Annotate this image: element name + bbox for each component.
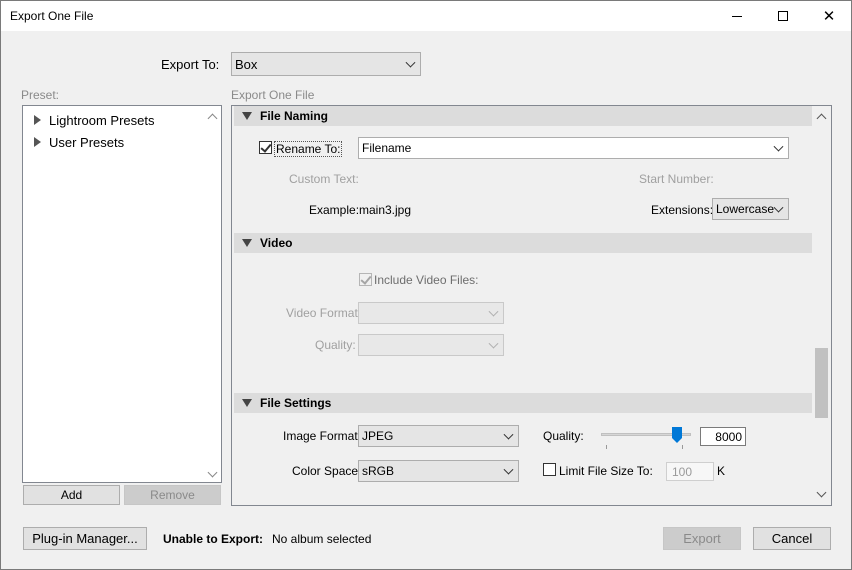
rename-checkbox[interactable] <box>259 141 272 154</box>
maximize-button[interactable] <box>760 1 806 31</box>
quality-label: Quality: <box>543 429 584 443</box>
chevron-down-icon <box>488 306 499 317</box>
close-button[interactable]: ✕ <box>806 1 852 31</box>
video-quality-select[interactable] <box>358 334 504 356</box>
chevron-down-icon <box>503 464 514 475</box>
quality-slider-thumb[interactable] <box>672 427 682 443</box>
collapse-triangle-icon[interactable] <box>242 399 252 407</box>
scroll-down-icon[interactable] <box>207 467 218 478</box>
export-button[interactable]: Export <box>663 527 741 550</box>
title-bar: Export One File ✕ <box>1 1 851 31</box>
slider-tick <box>606 445 607 449</box>
preset-list[interactable]: Lightroom Presets User Presets <box>22 105 222 483</box>
add-preset-button[interactable]: Add <box>23 485 120 505</box>
color-space-value: sRGB <box>362 464 395 478</box>
quality-slider[interactable] <box>601 425 691 451</box>
video-header[interactable]: Video <box>234 233 812 253</box>
include-video-checkbox[interactable] <box>359 273 372 286</box>
chevron-down-icon <box>773 202 784 213</box>
main-panel-label: Export One File <box>231 88 315 102</box>
minimize-icon <box>732 15 742 17</box>
rename-label[interactable]: Rename To: <box>274 141 343 157</box>
chevron-down-icon <box>773 141 784 152</box>
file-naming-title: File Naming <box>260 109 329 123</box>
unable-to-export-reason: No album selected <box>272 532 372 546</box>
window-title: Export One File <box>10 9 94 23</box>
preset-item-lightroom[interactable]: Lightroom Presets <box>49 113 155 128</box>
limit-size-value: 100 <box>672 465 693 479</box>
image-format-value: JPEG <box>362 429 394 443</box>
limit-size-checkbox[interactable] <box>543 463 556 476</box>
extensions-value: Lowercase <box>716 202 775 216</box>
start-number-label: Start Number: <box>639 172 714 186</box>
video-body <box>234 253 812 389</box>
preset-scrollbar[interactable] <box>204 107 221 481</box>
limit-size-label[interactable]: Limit File Size To: <box>559 464 653 478</box>
close-icon: ✕ <box>822 8 836 25</box>
chevron-down-icon <box>503 429 514 440</box>
scroll-down-icon[interactable] <box>816 487 827 498</box>
cancel-button[interactable]: Cancel <box>753 527 831 550</box>
color-space-select[interactable]: sRGB <box>358 460 519 482</box>
scroll-up-icon[interactable] <box>816 113 827 124</box>
video-quality-label: Quality: <box>315 338 356 352</box>
preset-label: Preset: <box>21 88 60 102</box>
file-naming-header[interactable]: File Naming <box>234 106 812 126</box>
quality-value-field[interactable]: 8000 <box>700 427 746 446</box>
expand-triangle-icon[interactable] <box>34 137 41 147</box>
expand-triangle-icon[interactable] <box>34 115 41 125</box>
export-to-value: Box <box>235 56 258 72</box>
video-title: Video <box>260 236 293 250</box>
collapse-triangle-icon[interactable] <box>242 239 252 247</box>
chevron-down-icon <box>488 338 499 349</box>
rename-template-value: Filename <box>362 141 412 155</box>
maximize-icon <box>778 11 788 21</box>
preset-item-user[interactable]: User Presets <box>49 135 124 150</box>
rename-template-select[interactable]: Filename <box>358 137 789 159</box>
color-space-label: Color Space: <box>292 464 362 478</box>
limit-size-field[interactable]: 100 <box>666 462 714 481</box>
export-to-label: Export To: <box>161 57 220 72</box>
video-format-label: Video Format: <box>286 306 362 320</box>
example-value: main3.jpg <box>359 203 412 217</box>
video-format-select[interactable] <box>358 302 504 324</box>
file-settings-title: File Settings <box>260 396 332 410</box>
collapse-triangle-icon[interactable] <box>242 112 252 120</box>
include-video-label: Include Video Files: <box>374 273 479 287</box>
quality-value: 8000 <box>715 430 742 444</box>
image-format-label: Image Format: <box>283 429 362 443</box>
scrollbar-thumb[interactable] <box>815 348 828 418</box>
example-label: Example: <box>309 203 360 217</box>
minimize-button[interactable] <box>714 1 760 31</box>
scroll-up-icon[interactable] <box>207 113 218 124</box>
unable-to-export-label: Unable to Export: <box>163 532 264 546</box>
extensions-label: Extensions: <box>651 203 714 217</box>
export-to-select[interactable]: Box <box>231 52 421 76</box>
remove-preset-button[interactable]: Remove <box>124 485 221 505</box>
chevron-down-icon <box>405 57 416 68</box>
plugin-manager-button[interactable]: Plug-in Manager... <box>23 527 147 550</box>
limit-size-unit: K <box>717 464 726 478</box>
file-settings-header[interactable]: File Settings <box>234 393 812 413</box>
custom-text-label: Custom Text: <box>289 172 359 186</box>
export-dialog: Export One File ✕ Export To: Box Preset:… <box>0 0 852 570</box>
slider-tick <box>682 445 683 449</box>
settings-scrollbar[interactable] <box>813 106 830 504</box>
image-format-select[interactable]: JPEG <box>358 425 519 447</box>
extensions-select[interactable]: Lowercase <box>712 198 789 220</box>
